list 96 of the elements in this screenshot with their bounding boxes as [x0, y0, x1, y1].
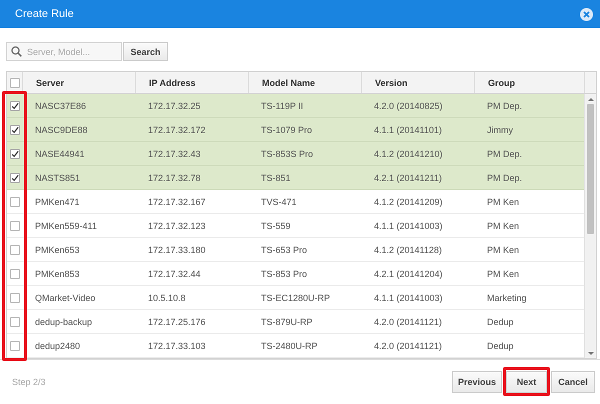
table-cell-text: TS-EC1280U-RP [260, 292, 332, 302]
table-cell-text: PM Dep. [486, 148, 524, 158]
table-cell-text: PMKen471 [34, 196, 81, 206]
table-cell-text: 4.2.0 (20141121) [373, 316, 443, 326]
row-checkbox[interactable] [10, 316, 20, 326]
table-row[interactable]: PMKen471 172.17.32.167 TVS-471 4.1.2 (20141209) PM Ken [7, 190, 584, 214]
column-header[interactable]: IP Address [136, 72, 249, 93]
row-checkbox[interactable] [10, 292, 20, 302]
table-cell-text: PMKen559-411 [34, 220, 98, 230]
table-cell-text: 172.17.32.44 [147, 268, 202, 278]
table-cell-text: PM Ken [486, 244, 520, 254]
table-cell-text: TS-2480U-RP [260, 340, 319, 350]
scroll-up-icon[interactable] [588, 98, 594, 100]
table-cell-text: TS-853S Pro [260, 148, 314, 158]
row-checkbox[interactable] [10, 340, 20, 350]
table-row[interactable]: NASTS851 172.17.32.78 TS-851 4.2.1 (20141211) PM Dep. [7, 166, 584, 190]
table-cell-text: dedup-backup [34, 316, 94, 326]
row-checkbox[interactable] [10, 100, 20, 110]
table-row[interactable]: NASC37E86 172.17.32.25 TS-119P II 4.2.0 (20140825) PM Dep. [7, 94, 584, 118]
search-field[interactable]: Server, Model... [6, 42, 122, 61]
footer-button[interactable]: Cancel [551, 371, 595, 393]
table-cell-text: 172.17.32.78 [147, 172, 202, 182]
table-row[interactable]: PMKen559-411 172.17.32.123 TS-559 4.1.1 (20141003) PM Ken [7, 214, 584, 238]
scroll-thumb[interactable] [587, 104, 594, 234]
column-header[interactable]: Server [23, 72, 136, 93]
table-row[interactable]: PMKen653 172.17.33.180 TS-653 Pro 4.1.2 (20141128) PM Ken [7, 238, 584, 262]
table-cell-text: PMKen853 [34, 268, 81, 278]
scrollbar[interactable] [584, 94, 596, 358]
table-cell-text: PMKen653 [34, 244, 81, 254]
table-cell-text: PM Ken [486, 220, 520, 230]
table-cell-text: TS-851 [260, 172, 292, 182]
table-cell-text: 172.17.32.123 [147, 220, 207, 230]
row-checkbox[interactable] [10, 220, 20, 230]
table-cell-text: 172.17.33.103 [147, 340, 207, 350]
highlight-frame [503, 367, 550, 396]
table-cell-text: dedup2480 [34, 340, 82, 350]
table-cell-text: 4.1.1 (20141101) [373, 124, 443, 134]
table-cell-text: 172.17.33.180 [147, 244, 207, 254]
table-row[interactable]: QMarket-Video 10.5.10.8 TS-EC1280U-RP 4.1.1 (20141003) Marketing [7, 286, 584, 310]
table-cell-text: 4.1.2 (20141210) [373, 148, 444, 158]
table-cell-text: NASE44941 [34, 148, 86, 158]
table-cell-text: QMarket-Video [34, 292, 96, 302]
table-cell-text: 172.17.32.25 [147, 100, 202, 110]
table-cell-text: TS-119P II [260, 100, 304, 110]
table-cell-text: TS-653 Pro [260, 244, 308, 254]
table-cell-text: TS-559 [260, 220, 292, 230]
table-cell-text: 4.1.1 (20141003) [373, 292, 444, 302]
table-row[interactable]: NASC9DE88 172.17.32.172 TS-1079 Pro 4.1.1 (20141101) Jimmy [7, 118, 584, 142]
table-cell-text: PM Dep. [486, 172, 524, 182]
table-cell-text: 4.1.2 (20141209) [373, 196, 444, 206]
table-cell-text: 10.5.10.8 [147, 292, 187, 302]
table-cell-text: 4.2.1 (20141211) [373, 172, 443, 182]
table-cell-text: NASC37E86 [34, 100, 88, 110]
column-header[interactable]: Group [475, 72, 585, 93]
table-cell-text: 4.1.1 (20141003) [373, 220, 444, 230]
scroll-down-icon[interactable] [588, 352, 594, 354]
table-cell-text: 172.17.32.167 [147, 196, 207, 206]
search-button[interactable]: Search [123, 42, 168, 61]
table-cell-text: TS-879U-RP [260, 316, 314, 326]
window-title: Create Rule [15, 8, 74, 20]
table-cell-text: Dedup [486, 316, 515, 326]
table-cell-text: NASC9DE88 [34, 124, 89, 134]
table-cell-text: PM Ken [486, 196, 520, 206]
footer-button[interactable]: Next [506, 371, 547, 393]
table-row[interactable]: NASE44941 172.17.32.43 TS-853S Pro 4.1.2 (20141210) PM Dep. [7, 142, 584, 166]
footer-button[interactable]: Previous [452, 371, 502, 393]
close-icon[interactable] [580, 8, 593, 20]
row-checkbox[interactable] [10, 172, 20, 182]
table-cell-text: 172.17.25.176 [147, 316, 207, 326]
table-row[interactable]: dedup-backup 172.17.25.176 TS-879U-RP 4.2.0 (20141121) Dedup [7, 310, 584, 334]
table-row[interactable]: PMKen853 172.17.32.44 TS-853 Pro 4.2.1 (20141204) PM Ken [7, 262, 584, 286]
table-cell-text: Dedup [486, 340, 515, 350]
table-cell-text: TS-853 Pro [260, 268, 308, 278]
table-cell-text: Marketing [486, 292, 528, 302]
table-cell-text: 4.2.0 (20141121) [373, 340, 443, 350]
column-header[interactable]: Model Name [249, 72, 362, 93]
select-all-checkbox[interactable] [10, 78, 20, 88]
row-checkbox[interactable] [10, 124, 20, 134]
row-checkbox[interactable] [10, 196, 20, 206]
table-cell-text: PM Dep. [486, 100, 524, 110]
table-cell-text: NASTS851 [34, 172, 82, 182]
step-label: Step 2/3 [12, 377, 46, 387]
column-header[interactable]: Version [362, 72, 475, 93]
table-cell-text: TS-1079 Pro [260, 124, 314, 134]
row-checkbox[interactable] [10, 148, 20, 158]
table-cell-text: 172.17.32.172 [147, 124, 207, 134]
table-cell-text: TVS-471 [260, 196, 298, 206]
row-checkbox[interactable] [10, 244, 20, 254]
table-cell-text: PM Ken [486, 268, 520, 278]
table-cell-text: 172.17.32.43 [147, 148, 202, 158]
table-cell-text: 4.2.1 (20141204) [373, 268, 444, 278]
row-checkbox[interactable] [10, 268, 20, 278]
table-cell-text: 4.2.0 (20140825) [373, 100, 444, 110]
table-cell-text: Jimmy [486, 124, 514, 134]
table-row[interactable]: dedup2480 172.17.33.103 TS-2480U-RP 4.2.0 (20141121) Dedup [7, 334, 584, 358]
table-cell-text: 4.1.2 (20141128) [373, 244, 443, 254]
